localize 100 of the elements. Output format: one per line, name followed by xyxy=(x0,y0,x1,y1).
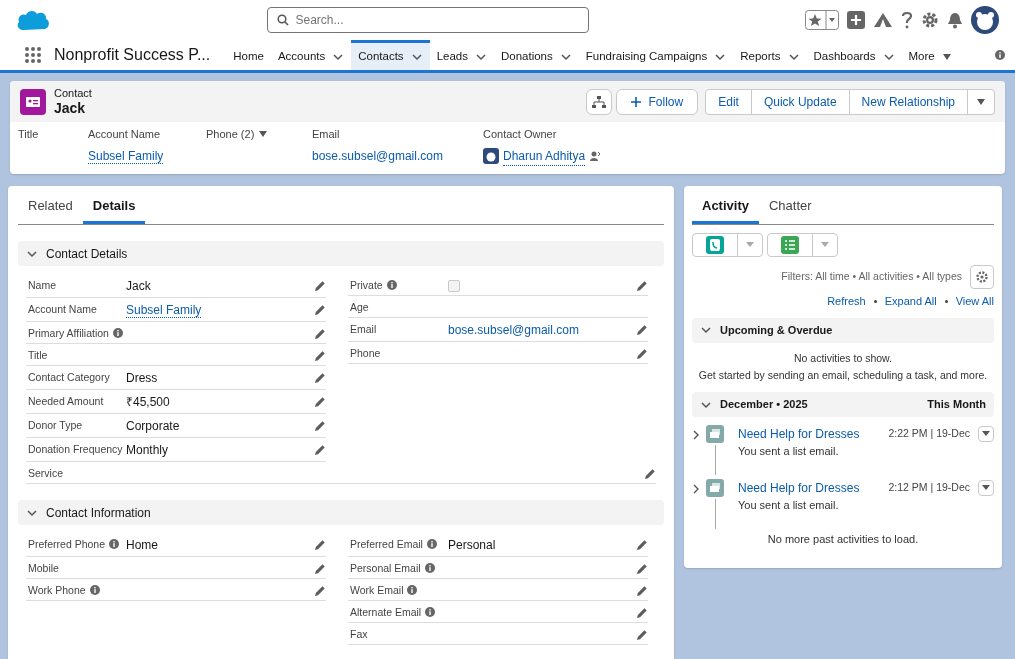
edit-icon[interactable] xyxy=(314,420,326,432)
edit-icon[interactable] xyxy=(314,563,326,575)
chevron-down-icon[interactable] xyxy=(26,248,38,259)
field-value: Monthly xyxy=(126,443,169,457)
owner-link[interactable]: Dharun Adhitya xyxy=(503,146,586,166)
nav-tab[interactable]: Home xyxy=(226,40,271,70)
edit-icon[interactable] xyxy=(636,607,648,619)
hierarchy-button[interactable] xyxy=(585,88,612,115)
follow-button[interactable]: Follow xyxy=(615,88,699,115)
edit-icon[interactable] xyxy=(314,350,326,362)
plus-icon[interactable] xyxy=(847,11,865,29)
chevron-down-icon[interactable] xyxy=(332,51,345,62)
edit-icon[interactable] xyxy=(636,324,648,336)
chevron-down-icon[interactable] xyxy=(410,51,423,62)
field-label: Email xyxy=(312,127,341,142)
avatar-icon[interactable] xyxy=(971,6,999,34)
field-label: Phone (2) xyxy=(206,127,255,142)
edit-icon[interactable] xyxy=(636,348,648,360)
edit-icon[interactable] xyxy=(636,585,648,597)
field-label: Mobile xyxy=(28,561,59,575)
edit-icon[interactable] xyxy=(644,468,656,480)
caret-icon[interactable] xyxy=(976,97,986,106)
field-label: Work Email xyxy=(350,583,404,597)
nav-tab[interactable]: Leads xyxy=(429,40,494,70)
caret-icon[interactable] xyxy=(258,130,269,139)
tab[interactable]: Related xyxy=(18,189,83,224)
app-launcher-icon[interactable] xyxy=(24,46,42,64)
settings-button[interactable] xyxy=(970,265,994,289)
field-label: Service xyxy=(28,466,63,480)
nav-tab[interactable]: Donations xyxy=(493,40,579,70)
nav-tab[interactable]: Contacts xyxy=(351,40,430,70)
activity-subject[interactable]: Need Help for Dresses xyxy=(738,479,860,497)
email-link[interactable]: bose.subsel@gmail.com xyxy=(448,323,579,337)
activity-group-header[interactable]: Upcoming & Overdue xyxy=(692,317,994,343)
nav-tab[interactable]: More xyxy=(901,40,959,70)
action-button[interactable]: Quick Update xyxy=(750,88,850,115)
help-icon[interactable] xyxy=(901,11,913,29)
edit-icon[interactable] xyxy=(314,280,326,292)
nav-tab[interactable]: Fundraising Campaigns xyxy=(578,40,734,70)
settings-icon[interactable] xyxy=(921,11,939,29)
change-owner-icon[interactable] xyxy=(589,150,602,162)
action-button[interactable]: New Relationship xyxy=(848,88,968,115)
info-icon[interactable] xyxy=(995,50,1005,60)
checkbox[interactable] xyxy=(448,280,460,292)
field-label: Account Name xyxy=(28,302,97,316)
quick-action-button[interactable] xyxy=(767,233,813,257)
field-label: Work Phone xyxy=(28,583,86,597)
chevron-down-icon[interactable] xyxy=(714,51,727,62)
chevron-right-icon[interactable] xyxy=(692,429,700,441)
tent-icon[interactable] xyxy=(873,11,893,29)
chevron-down-icon[interactable] xyxy=(26,507,38,518)
tab[interactable]: Activity xyxy=(692,189,759,224)
more-actions-button[interactable] xyxy=(967,88,995,115)
activity-subject[interactable]: Need Help for Dresses xyxy=(738,425,860,443)
account-link[interactable]: Subsel Family xyxy=(88,148,164,164)
item-menu-button[interactable] xyxy=(978,480,994,496)
field-label: Title xyxy=(18,127,40,142)
activity-link[interactable]: View All xyxy=(955,293,994,310)
search-field[interactable]: Search... xyxy=(266,7,589,33)
edit-icon[interactable] xyxy=(314,304,326,316)
nav-tab[interactable]: Accounts xyxy=(270,40,352,70)
section-header[interactable]: Contact Information xyxy=(18,500,664,525)
email-link[interactable]: bose.subsel@gmail.com xyxy=(312,148,443,163)
cloud-logo[interactable] xyxy=(16,8,50,32)
contact-card-icon xyxy=(20,88,46,115)
tab[interactable]: Details xyxy=(82,189,146,224)
item-menu-button[interactable] xyxy=(978,426,994,442)
edit-icon[interactable] xyxy=(636,629,648,641)
chevron-down-icon[interactable] xyxy=(559,51,572,62)
edit-icon[interactable] xyxy=(314,585,326,597)
caret-icon[interactable] xyxy=(941,52,952,61)
edit-icon[interactable] xyxy=(636,563,648,575)
chevron-right-icon[interactable] xyxy=(692,483,700,495)
field-label: Phone xyxy=(350,346,381,360)
caret-icon xyxy=(821,242,829,248)
bell-icon[interactable] xyxy=(947,11,963,29)
edit-icon[interactable] xyxy=(314,539,326,551)
tab[interactable]: Chatter xyxy=(758,189,822,224)
account-link[interactable]: Subsel Family xyxy=(126,303,202,318)
chevron-down-icon[interactable] xyxy=(787,51,800,62)
nav-tab[interactable]: Reports xyxy=(733,40,807,70)
edit-icon[interactable] xyxy=(314,372,326,384)
edit-icon[interactable] xyxy=(636,280,648,292)
activity-group-header[interactable]: December • 2025 This Month xyxy=(692,392,994,417)
activity-link[interactable]: Expand All xyxy=(884,293,937,310)
chevron-down-icon[interactable] xyxy=(474,51,487,62)
edit-icon[interactable] xyxy=(314,396,326,408)
field-value: Corporate xyxy=(126,419,180,433)
edit-icon[interactable] xyxy=(636,539,648,551)
action-button[interactable]: Edit xyxy=(705,88,752,115)
edit-icon[interactable] xyxy=(314,328,326,340)
activity-time: 2:12 PM | 19-Dec xyxy=(888,480,970,496)
activity-link[interactable]: Refresh xyxy=(827,293,866,310)
chevron-down-icon xyxy=(700,399,712,410)
chevron-down-icon[interactable] xyxy=(882,51,895,62)
section-header[interactable]: Contact Details xyxy=(18,241,664,266)
edit-icon[interactable] xyxy=(314,444,326,456)
nav-tab[interactable]: Dashboards xyxy=(806,40,902,70)
quick-action-button[interactable] xyxy=(692,233,738,257)
field-label: Contact Owner xyxy=(483,127,558,142)
